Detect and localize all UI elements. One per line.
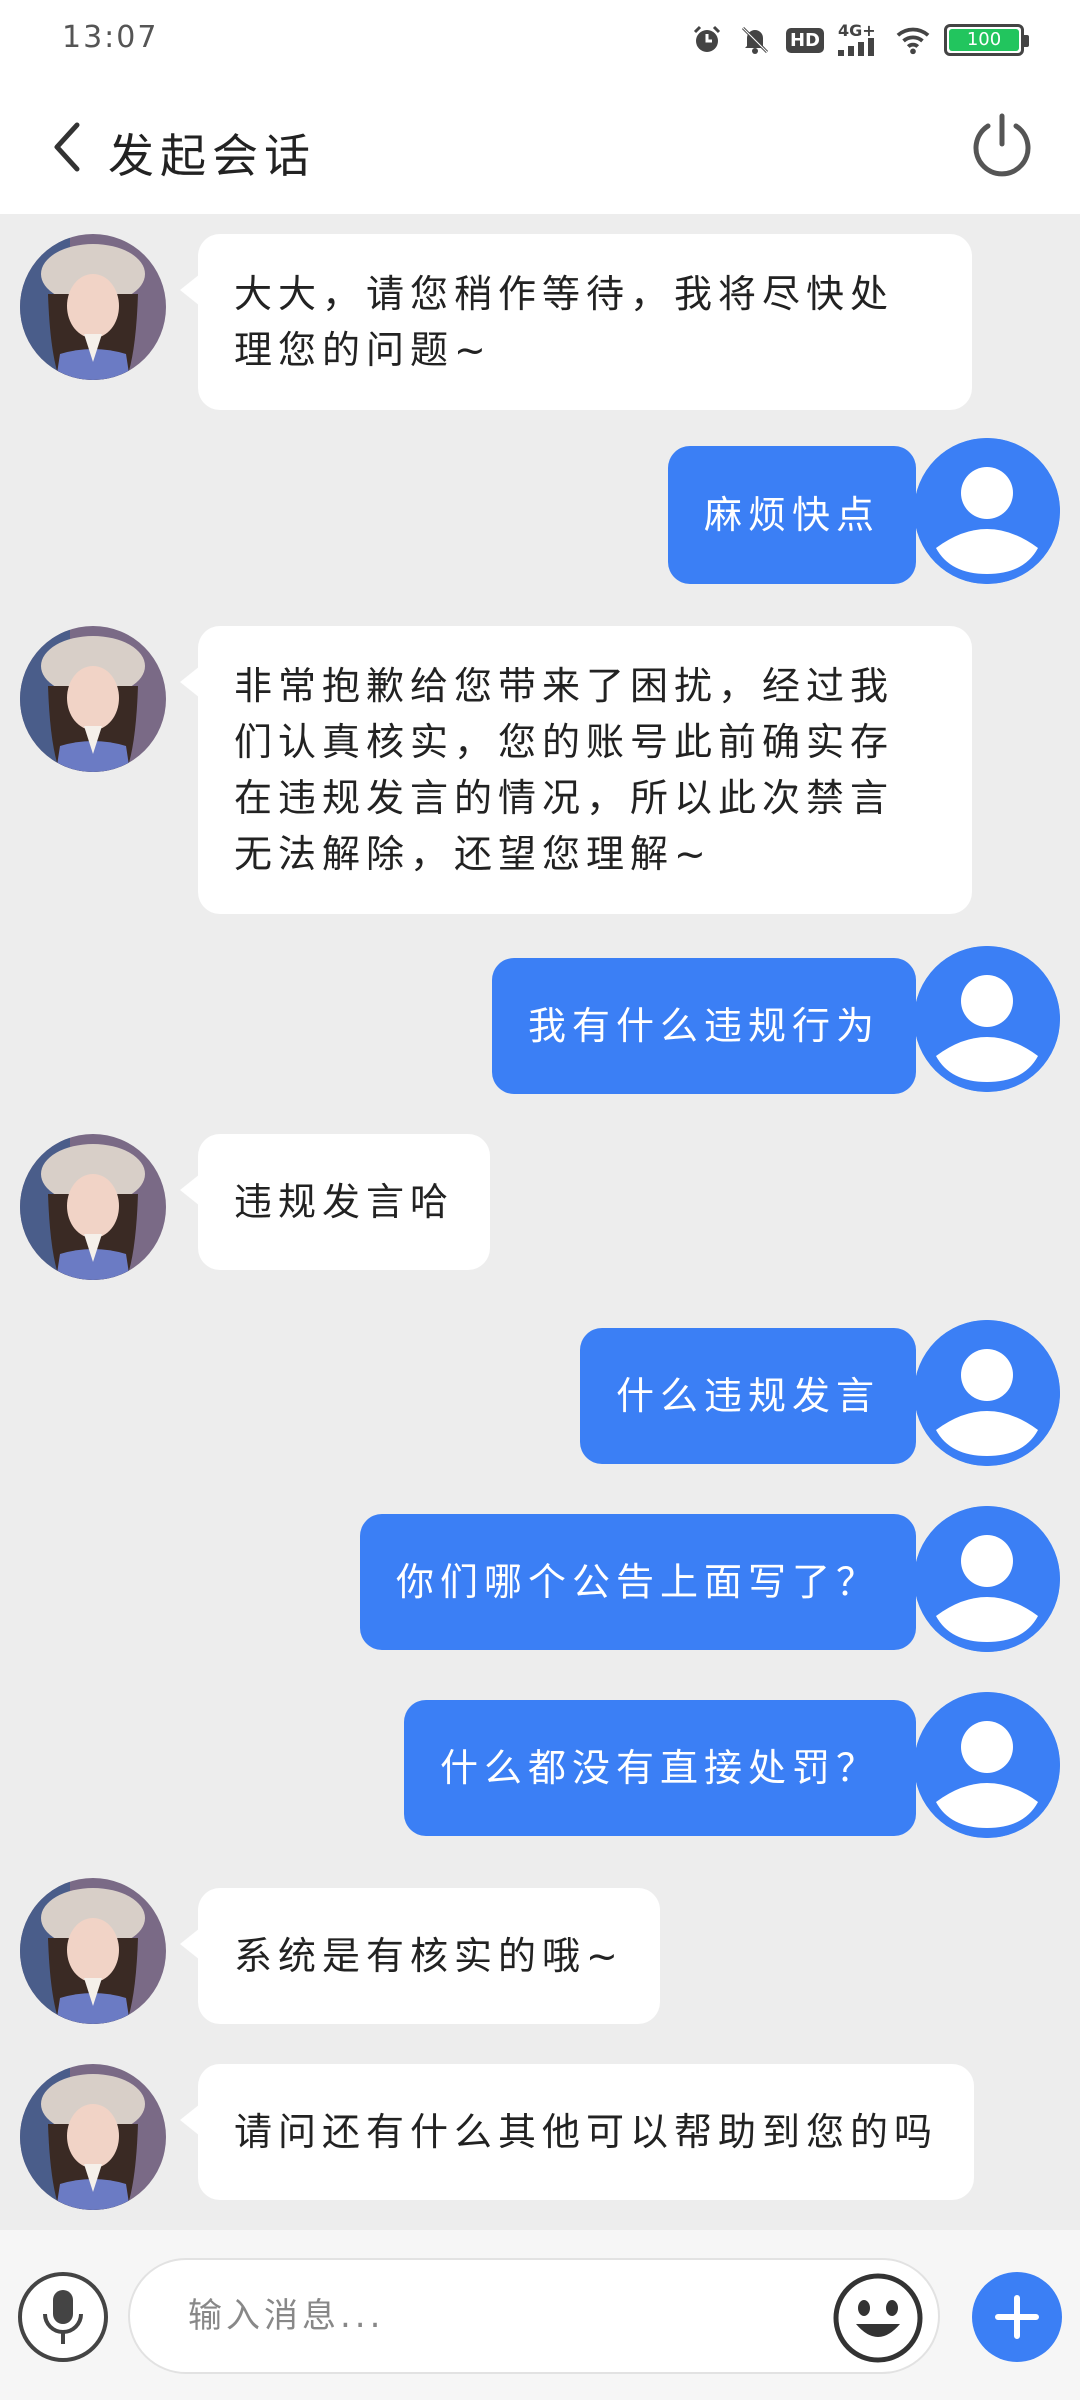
message-bubble-outgoing: 我有什么违规行为 bbox=[491, 958, 935, 1094]
emoji-icon bbox=[833, 2273, 923, 2363]
more-options-button[interactable] bbox=[972, 2272, 1062, 2362]
user-icon bbox=[914, 1506, 1060, 1652]
agent-avatar bbox=[20, 1878, 166, 2024]
message-bubble-outgoing: 麻烦快点 bbox=[667, 446, 935, 584]
message-row: 麻烦快点 bbox=[0, 438, 1080, 584]
chat-messages[interactable]: 大大，请您稍作等待，我将尽快处理您的问题~ 麻烦快点 非常抱歉给您带来了困扰，经… bbox=[0, 214, 1080, 2230]
message-bubble-incoming: 违规发言哈 bbox=[179, 1134, 491, 1270]
voice-input-button[interactable] bbox=[18, 2272, 108, 2362]
user-icon bbox=[914, 946, 1060, 1092]
app-header: 发起会话 bbox=[0, 80, 1080, 214]
plus-icon bbox=[995, 2295, 1039, 2339]
alarm-icon bbox=[690, 23, 724, 57]
user-avatar bbox=[914, 438, 1060, 584]
message-bubble-incoming: 大大，请您稍作等待，我将尽快处理您的问题~ bbox=[180, 234, 972, 410]
user-icon bbox=[914, 1320, 1060, 1466]
message-row: 你们哪个公告上面写了？ bbox=[0, 1506, 1080, 1652]
message-row: 非常抱歉给您带来了困扰，经过我们认真核实，您的账号此前确实存在违规发言的情况，所… bbox=[0, 626, 1080, 914]
message-row: 我有什么违规行为 bbox=[0, 946, 1080, 1094]
microphone-icon bbox=[43, 2290, 83, 2344]
chevron-left-icon bbox=[54, 122, 80, 172]
message-bubble-outgoing: 你们哪个公告上面写了？ bbox=[359, 1514, 935, 1650]
power-icon bbox=[973, 113, 1031, 177]
agent-avatar bbox=[20, 626, 166, 772]
mute-icon bbox=[738, 23, 772, 57]
message-input[interactable] bbox=[128, 2258, 940, 2374]
agent-avatar bbox=[20, 1134, 166, 1280]
end-session-button[interactable] bbox=[962, 106, 1042, 186]
message-bubble-incoming: 系统是有核实的哦~ bbox=[180, 1888, 660, 2024]
user-icon bbox=[914, 1692, 1060, 1838]
agent-avatar bbox=[20, 2064, 166, 2210]
wifi-icon bbox=[896, 23, 930, 57]
network-type-label: 4G+ bbox=[838, 21, 876, 40]
user-avatar bbox=[914, 1692, 1060, 1838]
emoji-button[interactable] bbox=[832, 2272, 924, 2364]
user-avatar bbox=[914, 946, 1060, 1092]
message-row: 系统是有核实的哦~ bbox=[0, 1878, 1080, 2024]
message-row: 请问还有什么其他可以帮助到您的吗 bbox=[0, 2064, 1080, 2210]
battery-level: 100 bbox=[949, 29, 1019, 51]
user-icon bbox=[914, 438, 1060, 584]
message-row: 违规发言哈 bbox=[0, 1134, 1080, 1280]
status-bar: 13:07 HD 4G+ 100 bbox=[0, 0, 1080, 80]
user-avatar bbox=[914, 1506, 1060, 1652]
message-row: 什么违规发言 bbox=[0, 1320, 1080, 1466]
back-button[interactable] bbox=[36, 112, 96, 182]
message-input-bar bbox=[0, 2230, 1080, 2400]
status-icons: HD 4G+ 100 bbox=[690, 20, 1029, 60]
message-bubble-incoming: 非常抱歉给您带来了困扰，经过我们认真核实，您的账号此前确实存在违规发言的情况，所… bbox=[180, 626, 972, 914]
message-bubble-outgoing: 什么都没有直接处罚？ bbox=[403, 1700, 935, 1836]
message-row: 什么都没有直接处罚？ bbox=[0, 1692, 1080, 1838]
message-bubble-incoming: 请问还有什么其他可以帮助到您的吗 bbox=[179, 2064, 975, 2200]
hd-icon: HD bbox=[785, 27, 824, 53]
battery-icon: 100 bbox=[944, 24, 1029, 56]
signal-icon: 4G+ bbox=[838, 23, 882, 57]
message-bubble-outgoing: 什么违规发言 bbox=[579, 1328, 935, 1464]
page-title: 发起会话 bbox=[108, 129, 316, 183]
status-time: 13:07 bbox=[62, 20, 159, 55]
message-row: 大大，请您稍作等待，我将尽快处理您的问题~ bbox=[0, 234, 1080, 410]
agent-avatar bbox=[20, 234, 166, 380]
user-avatar bbox=[914, 1320, 1060, 1466]
